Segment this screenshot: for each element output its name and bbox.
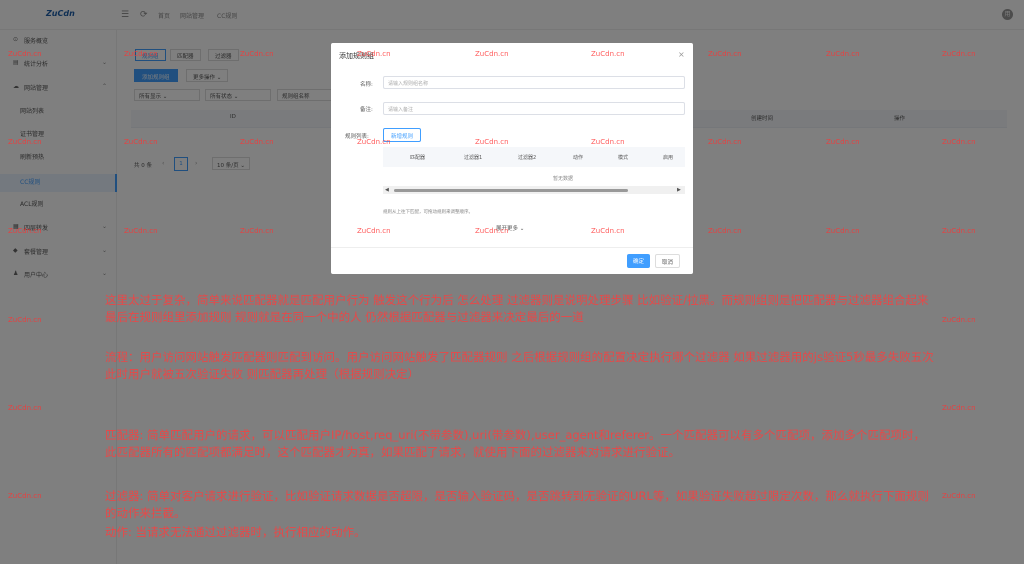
watermark: ZuCdn.cn (8, 316, 42, 324)
scroll-left-icon[interactable]: ◀ (385, 187, 389, 193)
watermark: ZuCdn.cn (8, 50, 42, 58)
watermark: ZuCdn.cn (826, 138, 860, 146)
watermark: ZuCdn.cn (475, 50, 509, 58)
watermark: ZuCdn.cn (240, 50, 274, 58)
watermark: ZuCdn.cn (8, 492, 42, 500)
scrollbar-thumb[interactable] (394, 189, 628, 192)
scroll-right-icon[interactable]: ▶ (677, 187, 681, 193)
watermark: ZuCdn.cn (240, 138, 274, 146)
rules-column-action: 动作 (573, 155, 584, 161)
watermark: ZuCdn.cn (240, 227, 274, 235)
watermark: ZuCdn.cn (124, 50, 158, 58)
rules-column-matcher: 匹配器 (410, 155, 426, 161)
watermark: ZuCdn.cn (826, 227, 860, 235)
watermark: ZuCdn.cn (475, 227, 509, 235)
help-paragraph-filter: 过滤器: 简单对客户请求进行验证，比如验证请求数据是否超限，是否输入验证码，是否… (105, 489, 929, 520)
watermark: ZuCdn.cn (942, 316, 976, 324)
help-paragraph-matcher: 匹配器: 简单匹配用户的请求，可以匹配用户IP/host,req_uri(不带参… (105, 428, 925, 459)
watermark: ZuCdn.cn (942, 138, 976, 146)
watermark: ZuCdn.cn (942, 404, 976, 412)
close-icon[interactable]: × (678, 50, 685, 59)
remark-input[interactable]: 请输入备注 (383, 102, 685, 115)
watermark: ZuCdn.cn (124, 138, 158, 146)
watermark: ZuCdn.cn (942, 227, 976, 235)
watermark: ZuCdn.cn (357, 227, 391, 235)
watermark: ZuCdn.cn (8, 227, 42, 235)
help-paragraph-overview: 这里太过于复杂，简单来说匹配器就是匹配用户行为 触发这个行为后 怎么处理 过滤器… (105, 293, 929, 324)
watermark: ZuCdn.cn (357, 138, 391, 146)
rules-hint: 规则从上往下匹配，可拖动规则来调整顺序。 (383, 210, 473, 215)
watermark: ZuCdn.cn (708, 50, 742, 58)
cancel-button[interactable]: 取消 (655, 254, 681, 268)
rules-column-filter2: 过滤器2 (518, 155, 537, 161)
dialog-divider (331, 247, 693, 248)
watermark: ZuCdn.cn (8, 138, 42, 146)
watermark: ZuCdn.cn (124, 227, 158, 235)
rules-column-enabled: 启用 (663, 155, 674, 161)
watermark: ZuCdn.cn (708, 227, 742, 235)
name-input[interactable]: 请输入规则组名称 (383, 76, 685, 89)
watermark: ZuCdn.cn (475, 138, 509, 146)
watermark: ZuCdn.cn (591, 138, 625, 146)
add-rule-group-dialog: 添加规则组 × 名称: 请输入规则组名称 备注: 请输入备注 规则列表: 新增规… (331, 43, 693, 274)
watermark: ZuCdn.cn (591, 50, 625, 58)
watermark: ZuCdn.cn (591, 227, 625, 235)
help-paragraph-action: 动作: 当请求无法通过过滤器时，执行相应的动作。 (105, 525, 366, 539)
watermark: ZuCdn.cn (8, 404, 42, 412)
rules-column-filter1: 过滤器1 (464, 155, 483, 161)
watermark: ZuCdn.cn (826, 50, 860, 58)
watermark: ZuCdn.cn (942, 50, 976, 58)
help-paragraph-flow: 流程：用户访问网站触发匹配器则匹配到访问。用户访问网站触发了匹配器规则 之后根据… (105, 350, 934, 381)
name-label: 名称: (360, 82, 373, 88)
remark-label: 备注: (360, 107, 373, 113)
rules-column-mode: 模式 (618, 155, 629, 161)
watermark: ZuCdn.cn (708, 138, 742, 146)
confirm-button[interactable]: 确定 (627, 254, 651, 268)
empty-state-text: 暂无数据 (553, 176, 574, 182)
watermark: ZuCdn.cn (357, 50, 391, 58)
watermark: ZuCdn.cn (942, 492, 976, 500)
